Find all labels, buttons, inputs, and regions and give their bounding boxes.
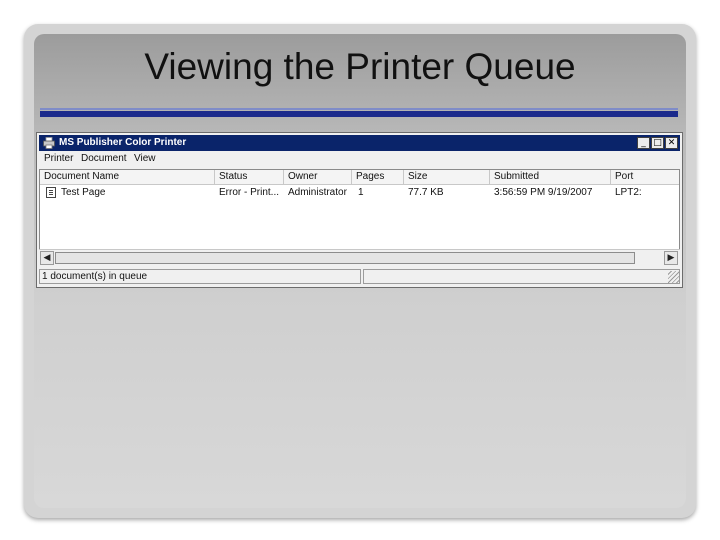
maximize-button[interactable]: □ (651, 137, 664, 149)
window-titlebar[interactable]: MS Publisher Color Printer _ □ ✕ (39, 135, 680, 151)
printer-queue-window: MS Publisher Color Printer _ □ ✕ Printer… (36, 132, 683, 288)
scroll-right-icon[interactable]: ▶ (664, 251, 678, 265)
cell-pages: 1 (358, 187, 364, 198)
table-row[interactable]: Test Page Error - Print... Administrator… (40, 186, 679, 200)
cell-submitted: 3:56:59 PM 9/19/2007 (494, 187, 593, 198)
minimize-button[interactable]: _ (637, 137, 650, 149)
horizontal-scrollbar[interactable]: ◀ ▶ (39, 249, 680, 266)
title-rule-highlight (40, 108, 678, 110)
menu-view[interactable]: View (134, 153, 156, 164)
status-bar: 1 document(s) in queue (39, 269, 680, 285)
cell-owner: Administrator (288, 187, 347, 198)
close-button[interactable]: ✕ (665, 137, 678, 149)
document-icon (46, 187, 56, 198)
slide-title: Viewing the Printer Queue (144, 46, 576, 87)
cell-size: 77.7 KB (408, 187, 444, 198)
column-document-name[interactable]: Document Name (40, 170, 215, 184)
title-rule (40, 111, 678, 117)
column-header-row: Document Name Status Owner Pages Size Su… (40, 170, 679, 185)
status-panel (363, 269, 680, 284)
column-owner[interactable]: Owner (284, 170, 352, 184)
menu-document[interactable]: Document (81, 153, 127, 164)
column-submitted[interactable]: Submitted (490, 170, 611, 184)
cell-status: Error - Print... (219, 187, 280, 198)
column-size[interactable]: Size (404, 170, 490, 184)
column-port[interactable]: Port (611, 170, 679, 184)
resize-grip-icon[interactable] (668, 271, 680, 283)
status-text: 1 document(s) in queue (39, 269, 361, 284)
scroll-left-icon[interactable]: ◀ (40, 251, 54, 265)
cell-port: LPT2: (615, 187, 642, 198)
column-status[interactable]: Status (215, 170, 284, 184)
scrollbar-thumb[interactable] (55, 252, 635, 264)
column-pages[interactable]: Pages (352, 170, 404, 184)
menu-printer[interactable]: Printer (44, 153, 73, 164)
window-title: MS Publisher Color Printer (59, 137, 187, 148)
cell-document-name: Test Page (61, 187, 106, 198)
printer-icon (43, 137, 55, 149)
